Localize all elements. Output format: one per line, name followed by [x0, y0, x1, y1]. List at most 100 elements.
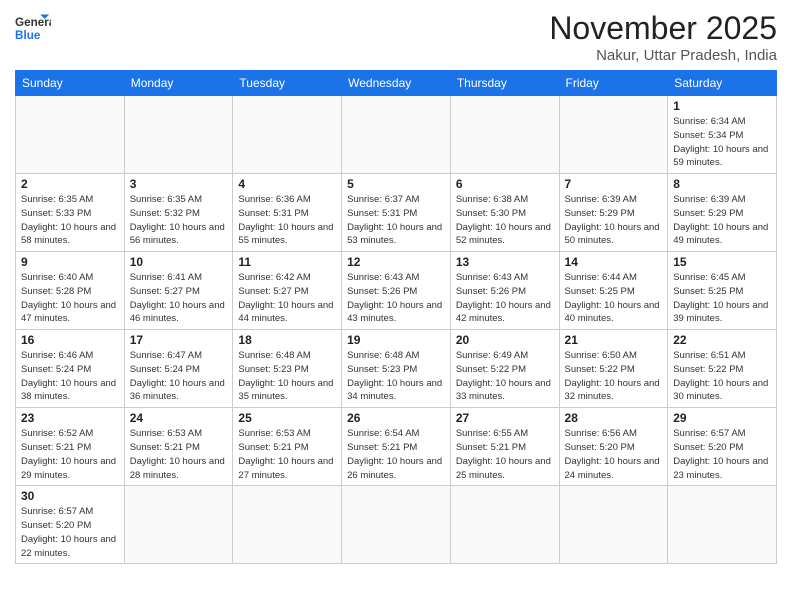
calendar-cell: 12 Sunrise: 6:43 AM Sunset: 5:26 PM Dayli…	[342, 252, 451, 330]
day-info: Sunrise: 6:35 AM Sunset: 5:33 PM Dayligh…	[21, 193, 119, 248]
calendar-cell: 24Sunrise: 6:53 AM Sunset: 5:21 PM Dayli…	[124, 408, 233, 486]
logo-icon: General Blue	[15, 10, 51, 46]
weekday-header-friday: Friday	[559, 71, 668, 96]
day-number: 12	[347, 255, 445, 269]
day-info: Sunrise: 6:48 AM Sunset: 5:23 PM Dayligh…	[347, 349, 445, 404]
weekday-header-wednesday: Wednesday	[342, 71, 451, 96]
day-number: 21	[565, 333, 663, 347]
calendar-cell: 21 Sunrise: 6:50 AM Sunset: 5:22 PM Dayli…	[559, 330, 668, 408]
calendar-cell: 18Sunrise: 6:48 AM Sunset: 5:23 PM Dayli…	[233, 330, 342, 408]
calendar-cell	[342, 96, 451, 174]
day-info: Sunrise: 6:42 AM Sunset: 5:27 PM Dayligh…	[238, 271, 336, 326]
day-number: 8	[673, 177, 771, 191]
day-info: Sunrise: 6:53 AM Sunset: 5:21 PM Dayligh…	[130, 427, 228, 482]
day-info: Sunrise: 6:43 AM Sunset: 5:26 PM Dayligh…	[456, 271, 554, 326]
day-number: 20	[456, 333, 554, 347]
day-info: Sunrise: 6:45 AM Sunset: 5:25 PM Dayligh…	[673, 271, 771, 326]
calendar-cell: 19 Sunrise: 6:48 AM Sunset: 5:23 PM Dayli…	[342, 330, 451, 408]
calendar-cell: 5 Sunrise: 6:37 AM Sunset: 5:31 PM Daylig…	[342, 174, 451, 252]
calendar-cell	[559, 486, 668, 564]
day-info: Sunrise: 6:46 AM Sunset: 5:24 PM Dayligh…	[21, 349, 119, 404]
calendar-week-row: 30Sunrise: 6:57 AM Sunset: 5:20 PM Dayli…	[16, 486, 777, 564]
day-info: Sunrise: 6:53 AM Sunset: 5:21 PM Dayligh…	[238, 427, 336, 482]
day-number: 16	[21, 333, 119, 347]
day-number: 5	[347, 177, 445, 191]
day-info: Sunrise: 6:37 AM Sunset: 5:31 PM Dayligh…	[347, 193, 445, 248]
calendar-table: SundayMondayTuesdayWednesdayThursdayFrid…	[15, 70, 777, 564]
calendar-cell	[450, 96, 559, 174]
day-number: 23	[21, 411, 119, 425]
calendar-cell	[233, 96, 342, 174]
calendar-week-row: 16 Sunrise: 6:46 AM Sunset: 5:24 PM Dayli…	[16, 330, 777, 408]
day-number: 4	[238, 177, 336, 191]
svg-text:General: General	[15, 16, 51, 29]
calendar-cell: 26Sunrise: 6:54 AM Sunset: 5:21 PM Dayli…	[342, 408, 451, 486]
day-number: 27	[456, 411, 554, 425]
calendar-cell	[233, 486, 342, 564]
day-info: Sunrise: 6:57 AM Sunset: 5:20 PM Dayligh…	[673, 427, 771, 482]
day-info: Sunrise: 6:50 AM Sunset: 5:22 PM Dayligh…	[565, 349, 663, 404]
day-number: 29	[673, 411, 771, 425]
calendar-cell: 27 Sunrise: 6:55 AM Sunset: 5:21 PM Dayli…	[450, 408, 559, 486]
weekday-header-sunday: Sunday	[16, 71, 125, 96]
calendar-cell: 1Sunrise: 6:34 AM Sunset: 5:34 PM Daylig…	[668, 96, 777, 174]
calendar-cell: 22 Sunrise: 6:51 AM Sunset: 5:22 PM Dayli…	[668, 330, 777, 408]
calendar-week-row: 23 Sunrise: 6:52 AM Sunset: 5:21 PM Dayli…	[16, 408, 777, 486]
day-info: Sunrise: 6:49 AM Sunset: 5:22 PM Dayligh…	[456, 349, 554, 404]
calendar-cell: 28 Sunrise: 6:56 AM Sunset: 5:20 PM Dayli…	[559, 408, 668, 486]
calendar-cell: 29 Sunrise: 6:57 AM Sunset: 5:20 PM Dayli…	[668, 408, 777, 486]
calendar-cell: 30Sunrise: 6:57 AM Sunset: 5:20 PM Dayli…	[16, 486, 125, 564]
calendar-cell: 9Sunrise: 6:40 AM Sunset: 5:28 PM Daylig…	[16, 252, 125, 330]
day-info: Sunrise: 6:54 AM Sunset: 5:21 PM Dayligh…	[347, 427, 445, 482]
calendar-cell	[16, 96, 125, 174]
day-info: Sunrise: 6:40 AM Sunset: 5:28 PM Dayligh…	[21, 271, 119, 326]
weekday-header-monday: Monday	[124, 71, 233, 96]
calendar-cell	[559, 96, 668, 174]
day-info: Sunrise: 6:56 AM Sunset: 5:20 PM Dayligh…	[565, 427, 663, 482]
day-info: Sunrise: 6:51 AM Sunset: 5:22 PM Dayligh…	[673, 349, 771, 404]
day-number: 1	[673, 99, 771, 113]
day-info: Sunrise: 6:48 AM Sunset: 5:23 PM Dayligh…	[238, 349, 336, 404]
logo: General Blue	[15, 10, 51, 46]
calendar-week-row: 9Sunrise: 6:40 AM Sunset: 5:28 PM Daylig…	[16, 252, 777, 330]
day-number: 22	[673, 333, 771, 347]
day-number: 17	[130, 333, 228, 347]
weekday-header-thursday: Thursday	[450, 71, 559, 96]
calendar-cell: 13Sunrise: 6:43 AM Sunset: 5:26 PM Dayli…	[450, 252, 559, 330]
day-info: Sunrise: 6:52 AM Sunset: 5:21 PM Dayligh…	[21, 427, 119, 482]
calendar-cell: 25 Sunrise: 6:53 AM Sunset: 5:21 PM Dayli…	[233, 408, 342, 486]
day-info: Sunrise: 6:35 AM Sunset: 5:32 PM Dayligh…	[130, 193, 228, 248]
day-info: Sunrise: 6:44 AM Sunset: 5:25 PM Dayligh…	[565, 271, 663, 326]
calendar-cell	[668, 486, 777, 564]
calendar-cell: 11Sunrise: 6:42 AM Sunset: 5:27 PM Dayli…	[233, 252, 342, 330]
day-number: 28	[565, 411, 663, 425]
day-number: 19	[347, 333, 445, 347]
day-info: Sunrise: 6:43 AM Sunset: 5:26 PM Dayligh…	[347, 271, 445, 326]
title-area: November 2025 Nakur, Uttar Pradesh, Indi…	[549, 10, 777, 64]
calendar-cell: 8 Sunrise: 6:39 AM Sunset: 5:29 PM Daylig…	[668, 174, 777, 252]
calendar-cell: 17 Sunrise: 6:47 AM Sunset: 5:24 PM Dayli…	[124, 330, 233, 408]
day-number: 10	[130, 255, 228, 269]
calendar-cell: 23 Sunrise: 6:52 AM Sunset: 5:21 PM Dayli…	[16, 408, 125, 486]
calendar-cell: 14 Sunrise: 6:44 AM Sunset: 5:25 PM Dayli…	[559, 252, 668, 330]
day-info: Sunrise: 6:39 AM Sunset: 5:29 PM Dayligh…	[673, 193, 771, 248]
day-number: 15	[673, 255, 771, 269]
day-number: 25	[238, 411, 336, 425]
day-number: 30	[21, 489, 119, 503]
calendar-cell	[450, 486, 559, 564]
calendar-cell: 6Sunrise: 6:38 AM Sunset: 5:30 PM Daylig…	[450, 174, 559, 252]
day-info: Sunrise: 6:47 AM Sunset: 5:24 PM Dayligh…	[130, 349, 228, 404]
day-number: 2	[21, 177, 119, 191]
day-number: 7	[565, 177, 663, 191]
day-number: 3	[130, 177, 228, 191]
day-number: 14	[565, 255, 663, 269]
calendar-cell	[124, 486, 233, 564]
calendar-week-row: 1Sunrise: 6:34 AM Sunset: 5:34 PM Daylig…	[16, 96, 777, 174]
calendar-cell: 4Sunrise: 6:36 AM Sunset: 5:31 PM Daylig…	[233, 174, 342, 252]
calendar-cell: 2 Sunrise: 6:35 AM Sunset: 5:33 PM Daylig…	[16, 174, 125, 252]
day-info: Sunrise: 6:55 AM Sunset: 5:21 PM Dayligh…	[456, 427, 554, 482]
day-info: Sunrise: 6:39 AM Sunset: 5:29 PM Dayligh…	[565, 193, 663, 248]
calendar-cell: 15 Sunrise: 6:45 AM Sunset: 5:25 PM Dayli…	[668, 252, 777, 330]
calendar-cell: 10 Sunrise: 6:41 AM Sunset: 5:27 PM Dayli…	[124, 252, 233, 330]
day-info: Sunrise: 6:41 AM Sunset: 5:27 PM Dayligh…	[130, 271, 228, 326]
